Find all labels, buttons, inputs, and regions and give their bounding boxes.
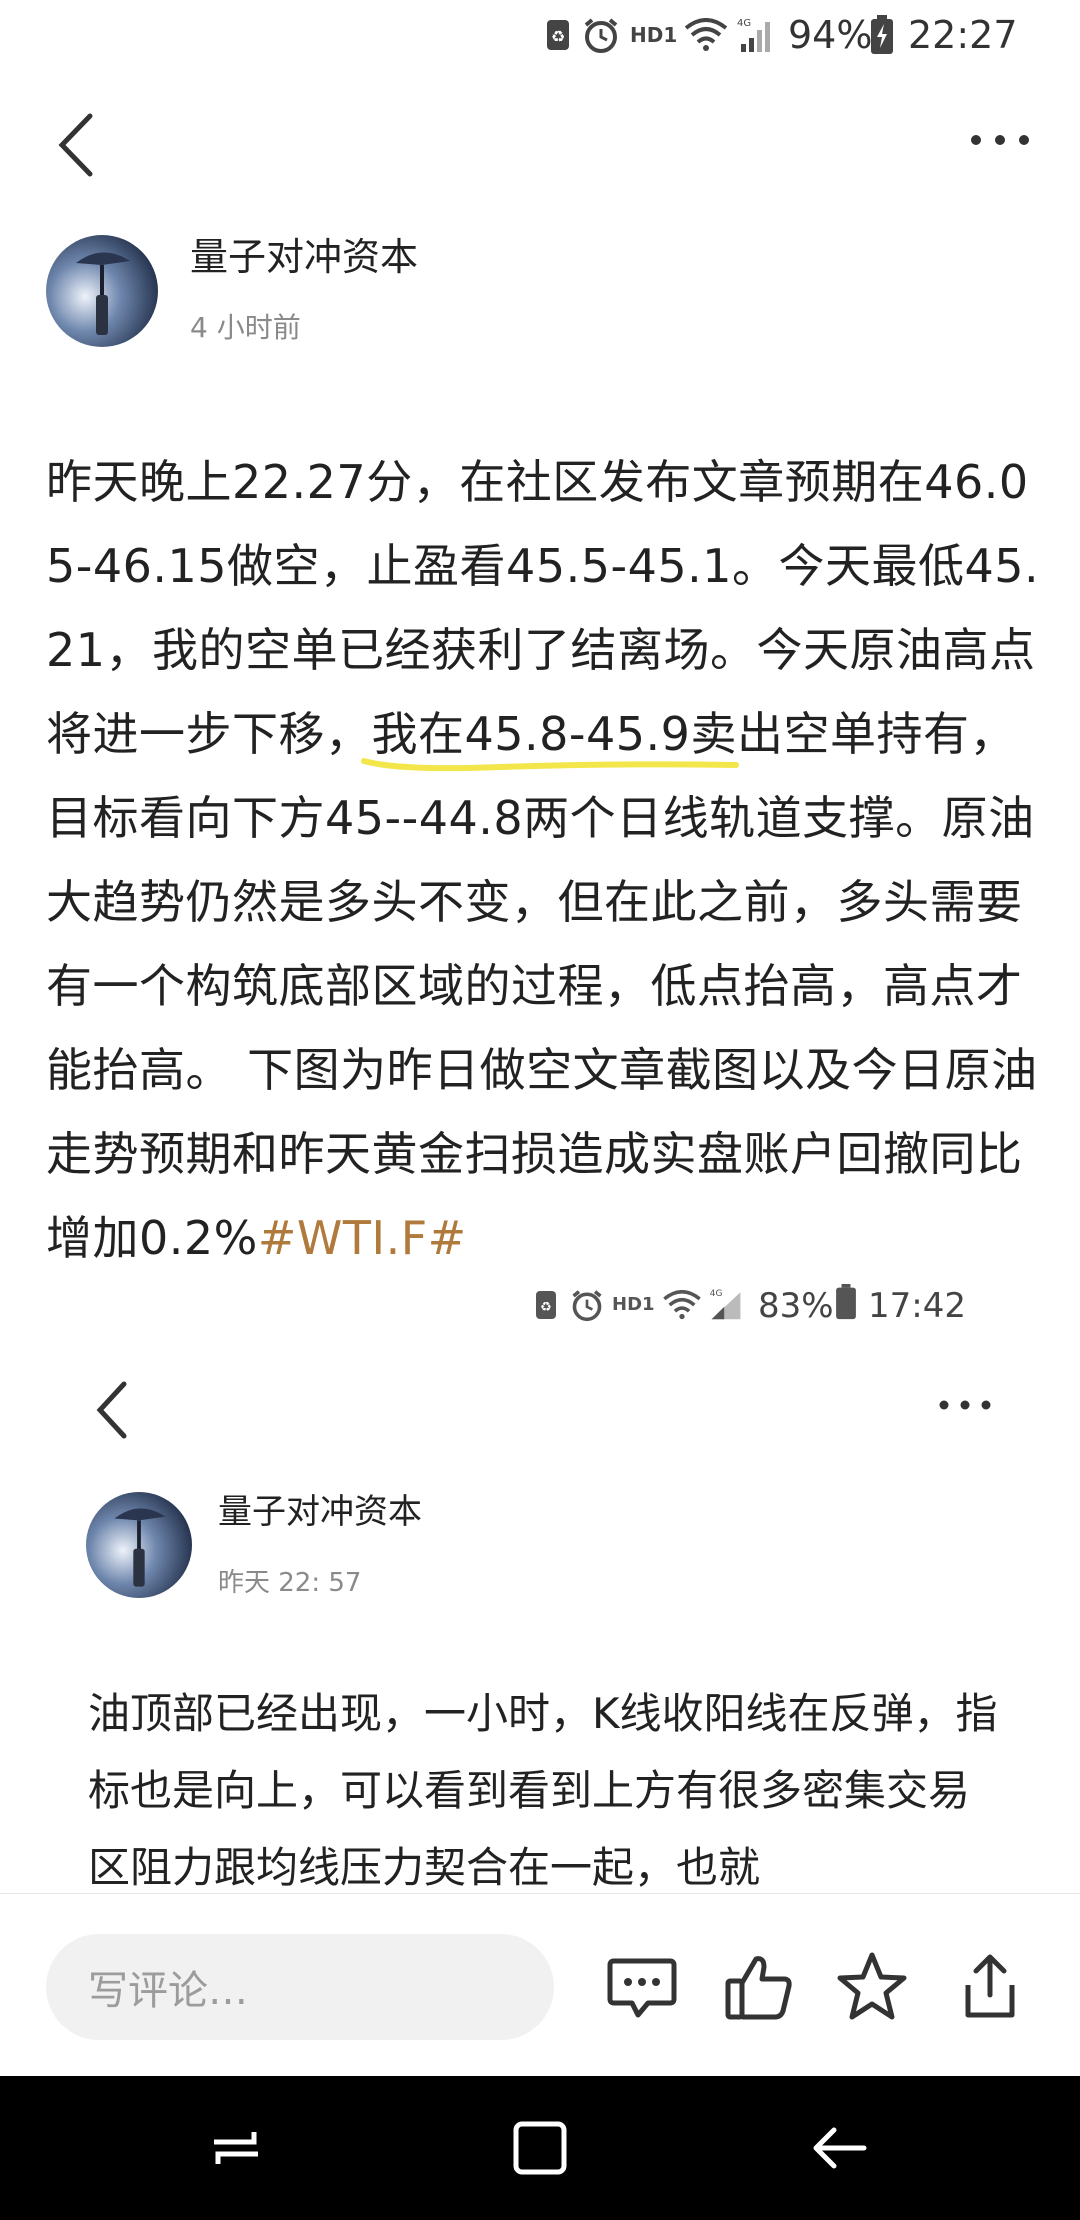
yellow-underline-mark <box>360 758 739 772</box>
embed-avatar <box>86 1492 192 1598</box>
embed-data-saver-icon: ♻ <box>535 1290 557 1324</box>
net-label-4g: 4G <box>737 18 751 29</box>
embed-author-name: 量子对冲资本 <box>218 1492 422 1532</box>
chevron-left-icon <box>58 113 93 177</box>
avatar-image <box>46 235 158 347</box>
embed-post-time: 昨天 22: 57 <box>218 1568 362 1598</box>
recent-apps-button[interactable] <box>200 2112 272 2184</box>
embed-signal-icon: 4G <box>708 1286 744 1326</box>
avatar[interactable] <box>46 235 158 347</box>
embed-hd-label: HD1 <box>612 1294 655 1315</box>
embed-chevron-left-icon <box>96 1381 127 1439</box>
embed-more-horizontal-icon <box>939 1400 991 1410</box>
embed-more-button <box>930 1390 1000 1424</box>
alarm-icon <box>582 10 620 60</box>
navigation-bar <box>0 2076 1080 2220</box>
home-icon <box>513 2121 567 2175</box>
svg-text:♻: ♻ <box>551 27 565 46</box>
post-text-part2: 出空单持有，目标看向下方45--44.8两个日线轨道支撑。原油大趋势仍然是多头不… <box>46 707 1038 1265</box>
back-nav-button[interactable] <box>804 2112 876 2184</box>
wifi-icon <box>684 10 728 60</box>
embed-wifi-icon <box>662 1290 702 1324</box>
action-bar: 写评论… <box>0 1893 1080 2077</box>
embed-clock: 17:42 <box>868 1286 966 1326</box>
embed-battery-icon <box>835 1284 857 1324</box>
hd-label: HD1 <box>630 23 678 47</box>
more-horizontal-icon <box>971 135 1029 145</box>
post-body: 昨天晚上22.27分，在社区发布文章预期在46.05-46.15做空，止盈看45… <box>46 440 1041 1280</box>
home-button[interactable] <box>504 2112 576 2184</box>
like-button[interactable] <box>720 1949 796 2025</box>
clock: 22:27 <box>908 13 1018 57</box>
status-bar: ♻ HD1 4G 94% 22:27 <box>0 0 1080 70</box>
embed-post-body: 油顶部已经出现，一小时，K线收阳线在反弹，指标也是向上，可以看到看到上方有很多密… <box>88 1689 998 1892</box>
embed-avatar-image <box>86 1492 192 1598</box>
embed-alarm-icon <box>570 1288 604 1326</box>
favorite-button[interactable] <box>834 1949 910 2025</box>
data-saver-icon: ♻ <box>545 10 571 60</box>
embed-battery-percent: 83% <box>758 1286 834 1326</box>
comment-input[interactable]: 写评论… <box>46 1934 554 2040</box>
hashtag-link[interactable]: #WTI.F# <box>258 1211 467 1265</box>
comment-button[interactable] <box>604 1949 680 2025</box>
embed-back-button <box>92 1380 136 1444</box>
post-time: 4 小时前 <box>190 311 301 344</box>
comment-icon <box>607 1958 677 2018</box>
svg-text:4G: 4G <box>710 1289 723 1299</box>
svg-text:♻: ♻ <box>540 1300 552 1315</box>
more-options-button[interactable] <box>960 120 1040 160</box>
share-button[interactable] <box>952 1949 1028 2025</box>
battery-charging-icon <box>870 10 894 60</box>
battery-percent: 94% <box>788 13 873 57</box>
highlighted-text: 我在45.8-45.9卖 <box>360 707 739 772</box>
back-button[interactable] <box>50 110 110 180</box>
author-name[interactable]: 量子对冲资本 <box>190 226 418 281</box>
share-icon <box>965 1954 1015 2018</box>
signal-icon: 4G <box>735 10 775 60</box>
recent-apps-icon <box>214 2132 258 2164</box>
back-icon <box>813 2127 867 2169</box>
like-icon <box>725 1956 792 2020</box>
favorite-star-icon <box>837 1952 907 2020</box>
